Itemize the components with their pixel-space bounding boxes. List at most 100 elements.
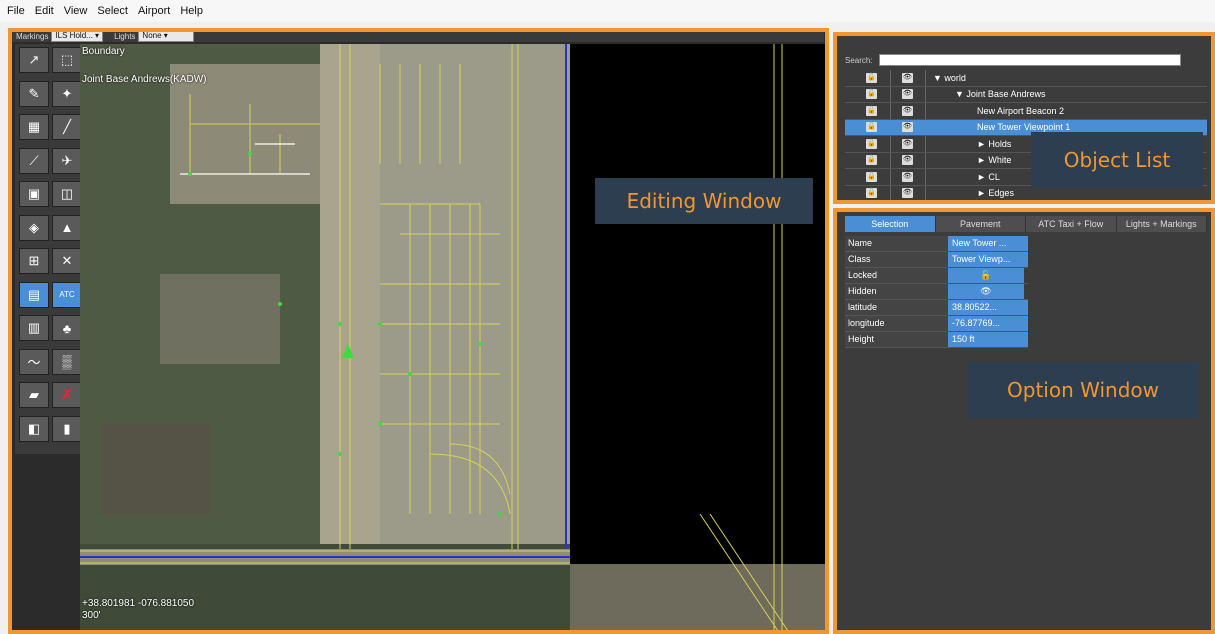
lock-icon[interactable]: 🔓	[866, 171, 877, 182]
property-value[interactable]: Tower Viewp...	[948, 252, 1028, 267]
search-row: Search:	[845, 53, 1205, 67]
lock-icon[interactable]: 🔓	[866, 72, 877, 83]
sign-tool[interactable]: ▦	[19, 114, 49, 140]
visibility-icon[interactable]: 👁	[902, 105, 913, 116]
facade-tool[interactable]: ▥	[19, 315, 49, 341]
visibility-icon[interactable]: 👁	[902, 72, 913, 83]
property-key: longitude	[845, 316, 948, 331]
ramp-tool[interactable]: ▣	[19, 181, 49, 207]
visibility-icon[interactable]: 👁	[902, 138, 913, 149]
collapsed-arrow-icon[interactable]: ►	[977, 139, 988, 149]
line-tool[interactable]: 〜	[19, 348, 49, 375]
tree-row-text: CL	[988, 171, 1000, 182]
property-row: Height 150 ft	[845, 332, 1028, 348]
tab-selection[interactable]: Selection	[845, 216, 936, 232]
menu-view[interactable]: View	[59, 5, 93, 17]
lock-icon[interactable]: 🔓	[866, 122, 877, 133]
markings-options-bar: Markings ILS Hold... ▾ Lights None ▾	[10, 30, 824, 42]
visibility-icon[interactable]: 👁	[902, 171, 913, 182]
property-key: Hidden	[845, 284, 948, 299]
menu-help[interactable]: Help	[175, 5, 208, 17]
visibility-icon[interactable]: 👁	[902, 122, 913, 133]
light-fixture-tool[interactable]: ✕	[52, 248, 82, 274]
tree-row-label: ► Holds	[977, 139, 1011, 149]
sign-marker-tool[interactable]: ◫	[52, 181, 82, 207]
property-row: latitude 38.80522...	[845, 300, 1028, 316]
tab-pavement[interactable]: Pavement	[936, 216, 1026, 232]
property-value[interactable]: 👁	[948, 284, 1024, 299]
property-value[interactable]: 150 ft	[948, 332, 1028, 347]
preview-tool[interactable]: ▮	[52, 415, 82, 442]
boundary-tool[interactable]: ▤	[19, 281, 49, 308]
tree-row-text: New Tower Viewpoint 1	[977, 122, 1071, 133]
map-canvas[interactable]: Boundary Joint Base Andrews(KADW) +38.80…	[80, 44, 825, 634]
property-value[interactable]: 🔓	[948, 268, 1024, 283]
tree-row-label: ► CL	[977, 172, 1000, 182]
tab-atc-taxi-flow[interactable]: ATC Taxi + Flow	[1026, 216, 1117, 232]
marquee-tool[interactable]: ⬚	[52, 47, 82, 73]
lock-icon[interactable]: 🔓	[866, 188, 877, 199]
menu-edit[interactable]: Edit	[30, 5, 59, 17]
option-tabs: Selection Pavement ATC Taxi + Flow Light…	[845, 216, 1207, 232]
lock-icon[interactable]: 🔓	[866, 105, 877, 116]
crop-tool[interactable]: ✎	[19, 80, 49, 107]
visibility-icon[interactable]: 👁	[902, 89, 913, 100]
property-table: Name New Tower ... Class Tower Viewp... Lock…	[845, 236, 1028, 348]
property-key: Name	[845, 236, 948, 251]
atc-tool[interactable]: ATC	[52, 281, 82, 308]
taxiway-tool[interactable]: ⟋	[19, 147, 49, 174]
beacon-tool[interactable]: ✦	[52, 80, 82, 107]
property-key: Class	[845, 252, 948, 267]
lock-icon[interactable]: 🔓	[866, 89, 877, 100]
tree-row-label: ► Edges	[977, 188, 1014, 198]
arrow-tool[interactable]: ↗	[19, 47, 49, 73]
menu-airport[interactable]: Airport	[133, 5, 175, 17]
polygon-tool[interactable]: ▰	[19, 382, 49, 408]
property-value[interactable]: 38.80522...	[948, 300, 1028, 315]
editing-window-callout: Editing Window	[595, 178, 813, 224]
collapsed-arrow-icon[interactable]: ►	[977, 188, 988, 198]
markings-select[interactable]: ILS Hold... ▾	[51, 30, 104, 42]
tab-lights-markings[interactable]: Lights + Markings	[1117, 216, 1207, 232]
tree-row[interactable]: 🔓 👁 ▼ Joint Base Andrews	[845, 87, 1207, 103]
tree-row-label: ► White	[977, 155, 1011, 165]
visibility-icon[interactable]: 👁	[902, 155, 913, 166]
property-key: Locked	[845, 268, 948, 283]
tree-row-label: New Airport Beacon 2	[977, 106, 1064, 116]
collapsed-arrow-icon[interactable]: ►	[977, 172, 988, 182]
tree-row-text: White	[988, 155, 1012, 166]
property-key: latitude	[845, 300, 948, 315]
menu-select[interactable]: Select	[92, 5, 133, 17]
expanded-arrow-icon[interactable]: ▼	[955, 89, 966, 99]
exclusion-tool[interactable]: ◧	[19, 415, 49, 442]
object-list-callout: Object List	[1031, 132, 1203, 188]
tree-row-text: Holds	[988, 138, 1012, 149]
satellite-map	[80, 44, 825, 634]
forest-tool[interactable]: ♣	[52, 315, 82, 341]
object-tool[interactable]: ◈	[19, 214, 49, 241]
tree-row[interactable]: 🔓 👁 ▼ world	[845, 70, 1207, 87]
property-row: Class Tower Viewp...	[845, 252, 1028, 268]
expanded-arrow-icon[interactable]: ▼	[933, 73, 944, 83]
collapsed-arrow-icon[interactable]: ►	[977, 155, 988, 165]
tree-row[interactable]: 🔓 👁 New Airport Beacon 2	[845, 103, 1207, 120]
lock-icon[interactable]: 🔓	[866, 138, 877, 149]
tree-row-text: world	[944, 72, 966, 83]
property-value[interactable]: New Tower ...	[948, 236, 1028, 251]
lights-select[interactable]: None ▾	[138, 30, 195, 42]
delete-tool[interactable]: ✗	[52, 382, 82, 408]
string-tool[interactable]: ▒	[52, 348, 82, 375]
tower-tool[interactable]: ⊞	[19, 248, 49, 274]
runway-tool[interactable]: ╱	[52, 114, 82, 140]
toolbox: ↗ ⬚ ✎ ✦ ▦ ╱ ⟋ ✈ ▣ ◫ ◈ ▲ ⊞ ✕ ▤ ATC ▥ ♣ 〜 ▒ ▰ ✗ ◧ ▮	[15, 44, 83, 454]
tree-row-label: ▼ world	[933, 73, 966, 83]
search-input[interactable]	[878, 54, 1181, 66]
property-value[interactable]: -76.87769...	[948, 316, 1028, 331]
windsock-tool[interactable]: ▲	[52, 214, 82, 241]
editing-window: Markings ILS Hold... ▾ Lights None ▾ ↗ ⬚ ✎…	[10, 30, 826, 634]
lock-icon[interactable]: 🔓	[866, 155, 877, 166]
helipad-tool[interactable]: ✈	[52, 147, 82, 174]
visibility-icon[interactable]: 👁	[902, 188, 913, 199]
menu-file[interactable]: File	[0, 5, 30, 17]
tree-row-text: Joint Base Andrews	[966, 89, 1046, 100]
